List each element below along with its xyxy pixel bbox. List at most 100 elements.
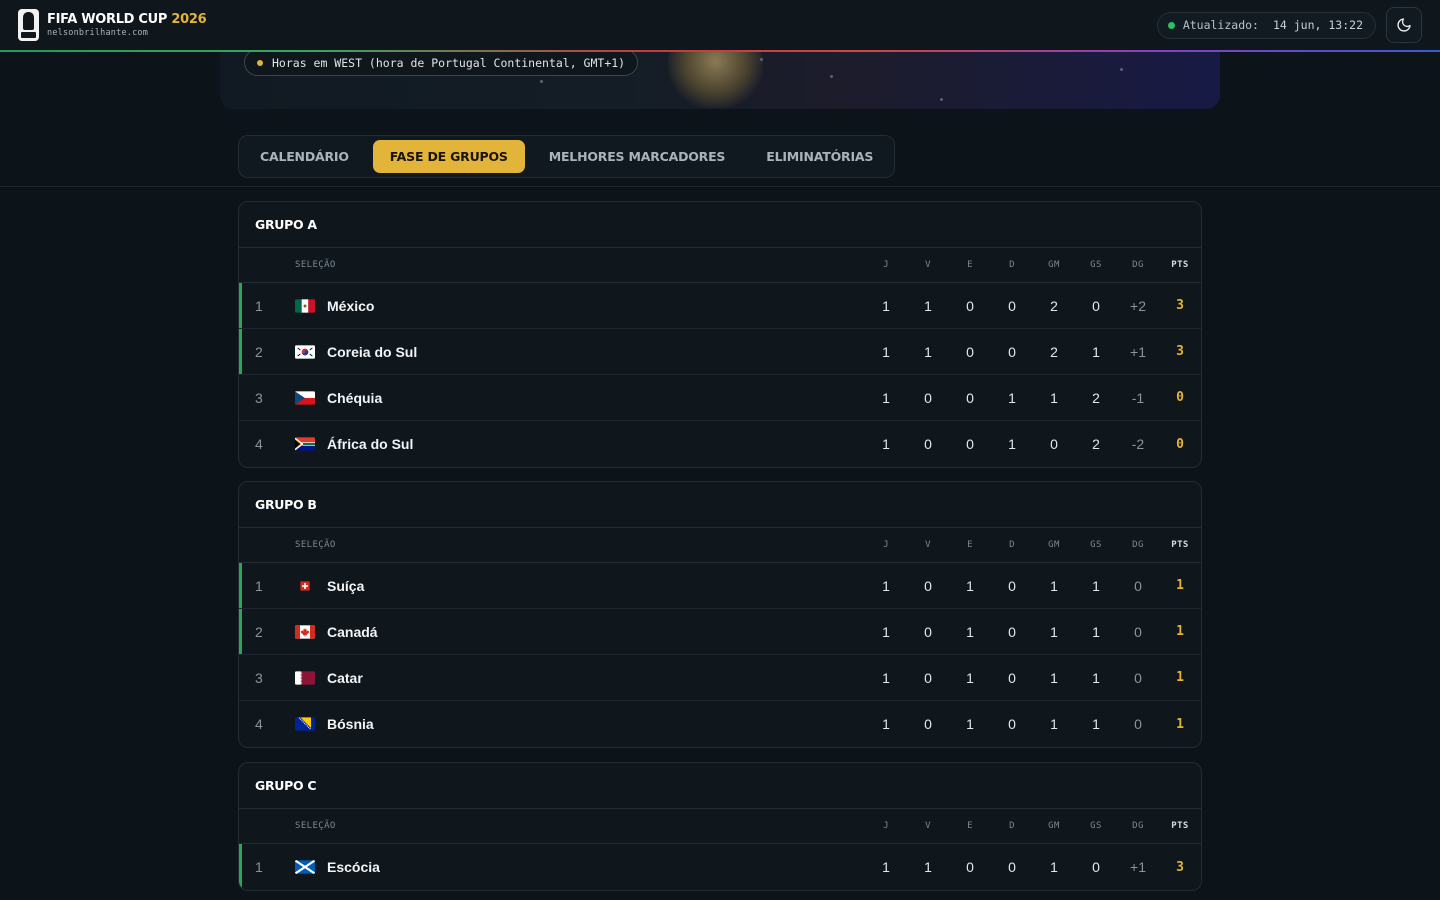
- group-title: GRUPO C: [239, 763, 1201, 809]
- cell-d: 0: [1008, 623, 1016, 640]
- flag-south-africa-icon: [295, 437, 315, 451]
- cell-gs: 1: [1092, 716, 1100, 732]
- col-j: J: [883, 260, 889, 270]
- team-name: Canadá: [327, 623, 378, 640]
- col-j: J: [883, 540, 889, 550]
- team-name: Suíça: [327, 577, 365, 594]
- team-name: Coreia do Sul: [327, 343, 418, 360]
- flag-bosnia-icon: [295, 717, 315, 731]
- cell-dg: +1: [1130, 343, 1146, 360]
- timezone-note: Horas em WEST (hora de Portugal Continen…: [244, 49, 639, 76]
- theme-toggle-button[interactable]: [1386, 7, 1422, 43]
- row-position: 3: [255, 669, 263, 686]
- cell-d: 0: [1008, 343, 1016, 360]
- cell-e: 0: [966, 343, 974, 360]
- tab-calendario[interactable]: CALENDÁRIO: [243, 140, 366, 173]
- cell-pts: 3: [1176, 859, 1184, 875]
- flag-switzerland-icon: [295, 578, 315, 593]
- cell-d: 0: [1008, 716, 1016, 732]
- row-position: 2: [255, 343, 263, 360]
- group-title: GRUPO B: [239, 482, 1201, 528]
- col-v: V: [925, 260, 931, 270]
- cell-d: 0: [1008, 577, 1016, 594]
- team-name: México: [327, 297, 375, 314]
- table-row[interactable]: 1 México 1 1 0 0 2 0 +2 3: [239, 283, 1201, 329]
- col-j: J: [883, 821, 889, 831]
- cell-gm: 1: [1050, 623, 1058, 640]
- cell-gs: 1: [1092, 343, 1100, 360]
- cell-j: 1: [882, 623, 890, 640]
- col-d: D: [1009, 260, 1015, 270]
- cell-dg: +1: [1130, 859, 1146, 875]
- timezone-dot-icon: [257, 59, 263, 66]
- cell-dg: 0: [1134, 716, 1142, 732]
- tab-melhores-marcadores[interactable]: MELHORES MARCADORES: [532, 140, 743, 173]
- cell-d: 0: [1008, 859, 1016, 875]
- tab-eliminatorias[interactable]: ELIMINATÓRIAS: [749, 140, 890, 173]
- row-team: Coreia do Sul: [295, 329, 417, 374]
- cell-j: 1: [882, 669, 890, 686]
- cell-pts: 3: [1176, 344, 1184, 359]
- row-position: 4: [255, 716, 263, 732]
- table-row[interactable]: 4 Bósnia 1 0 1 0 1 1 0 1: [239, 701, 1201, 747]
- table-row[interactable]: 2 Canadá 1 0 1 0 1 1 0 1: [239, 609, 1201, 655]
- table-row[interactable]: 2 Coreia do Sul 1 1 0 0 2 1 +1 3: [239, 329, 1201, 375]
- brand-title: FIFA WORLD CUP 2026: [47, 11, 207, 27]
- column-header-row: SELEÇÃO J V E D GM GS DG PTS: [239, 809, 1201, 844]
- header-accent-line: [0, 50, 1440, 52]
- col-team: SELEÇÃO: [295, 540, 336, 550]
- updated-status: Atualizado: 14 jun, 13:22: [1156, 11, 1376, 39]
- row-position: 4: [255, 436, 263, 452]
- group-card: GRUPO C SELEÇÃO J V E D GM GS DG PTS 1 Escócia 1 1 0 0 1…: [238, 762, 1202, 891]
- table-row[interactable]: 1 Suíça 1 0 1 0 1 1 0 1: [239, 563, 1201, 609]
- cell-pts: 1: [1176, 624, 1184, 639]
- updated-value: 14 jun, 13:22: [1272, 18, 1363, 32]
- cell-gs: 1: [1092, 577, 1100, 594]
- flag-scotland-icon: [295, 860, 315, 874]
- row-position: 3: [255, 389, 263, 406]
- col-team: SELEÇÃO: [295, 821, 336, 831]
- flag-south-korea-icon: [295, 344, 315, 359]
- updated-label: Atualizado:: [1182, 18, 1259, 32]
- cell-v: 0: [924, 669, 932, 686]
- team-name: África do Sul: [327, 436, 414, 452]
- cell-j: 1: [882, 577, 890, 594]
- cell-gm: 1: [1050, 859, 1058, 875]
- cell-d: 1: [1008, 389, 1016, 406]
- table-row[interactable]: 3 Chéquia 1 0 0 1 1 2 -1 0: [239, 375, 1201, 421]
- cell-e: 1: [966, 716, 974, 732]
- col-e: E: [967, 260, 973, 270]
- row-team: Suíça: [295, 563, 364, 608]
- tab-fase-de-grupos[interactable]: FASE DE GRUPOS: [372, 140, 525, 173]
- col-team: SELEÇÃO: [295, 260, 336, 270]
- flag-qatar-icon: [295, 670, 315, 685]
- col-d: D: [1009, 540, 1015, 550]
- brand[interactable]: FIFA WORLD CUP 2026 nelsonbrilhante.com: [18, 9, 207, 41]
- cell-dg: -2: [1131, 436, 1145, 452]
- col-pts: PTS: [1171, 260, 1189, 270]
- row-team: África do Sul: [295, 421, 413, 467]
- table-row[interactable]: 4 África do Sul 1 0 0 1 0 2 -2 0: [239, 421, 1201, 467]
- timezone-text: Horas em WEST (hora de Portugal Continen…: [272, 55, 626, 70]
- col-e: E: [967, 821, 973, 831]
- cell-dg: +2: [1130, 297, 1146, 314]
- col-gm: GM: [1048, 540, 1060, 550]
- section-tabs: CALENDÁRIO FASE DE GRUPOS MELHORES MARCA…: [238, 135, 896, 178]
- row-position: 1: [255, 577, 263, 594]
- cell-v: 0: [924, 577, 932, 594]
- cell-j: 1: [882, 436, 890, 452]
- table-row[interactable]: 1 Escócia 1 1 0 0 1 0 +1 3: [239, 844, 1201, 890]
- group-card: GRUPO A SELEÇÃO J V E D GM GS DG PTS 1 México 1 1 0 0 2 0…: [238, 201, 1202, 468]
- col-pts: PTS: [1171, 821, 1189, 831]
- col-gm: GM: [1048, 260, 1060, 270]
- cell-pts: 3: [1176, 298, 1184, 313]
- world-cup-logo-icon: [18, 9, 39, 41]
- cell-gm: 0: [1050, 436, 1058, 452]
- cell-gs: 0: [1092, 859, 1100, 875]
- cell-d: 0: [1008, 669, 1016, 686]
- cell-pts: 0: [1176, 390, 1184, 405]
- table-row[interactable]: 3 Catar 1 0 1 0 1 1 0 1: [239, 655, 1201, 701]
- cell-j: 1: [882, 343, 890, 360]
- cell-e: 0: [966, 389, 974, 406]
- cell-v: 0: [924, 436, 932, 452]
